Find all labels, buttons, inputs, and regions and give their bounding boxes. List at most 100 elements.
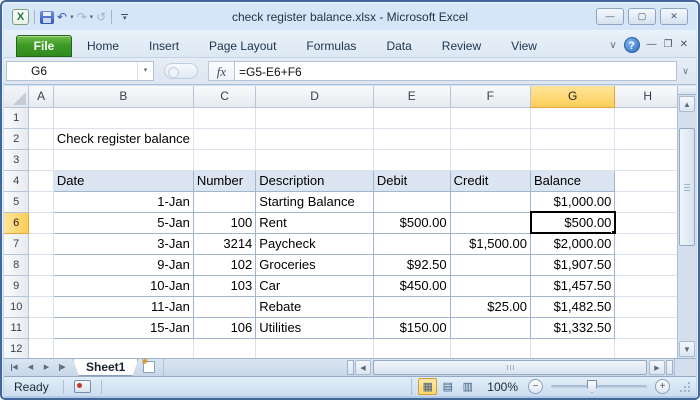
tab-review[interactable]: Review xyxy=(427,35,496,57)
page-break-view-icon[interactable]: ▥ xyxy=(458,378,477,395)
cell-D8[interactable]: Groceries xyxy=(255,254,374,276)
cell-G1[interactable] xyxy=(530,107,616,129)
cell-B3[interactable] xyxy=(53,149,194,171)
cell-B8[interactable]: 9-Jan xyxy=(52,254,194,276)
cell-B2[interactable]: Check register balance xyxy=(53,128,194,150)
cell-H12[interactable] xyxy=(614,338,681,358)
first-sheet-icon[interactable]: ◀ xyxy=(7,361,22,375)
expand-formula-bar-icon[interactable]: ∨ xyxy=(677,66,694,77)
cell-E11[interactable]: $150.00 xyxy=(373,317,451,339)
cell-C9[interactable]: 103 xyxy=(193,275,257,297)
cell-G3[interactable] xyxy=(530,149,616,171)
row-header-5[interactable]: 5 xyxy=(4,190,30,213)
cell-D9[interactable]: Car xyxy=(255,275,374,297)
tab-page-layout[interactable]: Page Layout xyxy=(194,35,291,57)
horizontal-scroll-track[interactable] xyxy=(372,360,648,375)
cell-D2[interactable] xyxy=(255,128,374,150)
cell-B11[interactable]: 15-Jan xyxy=(52,317,194,339)
cell-C8[interactable]: 102 xyxy=(193,254,257,276)
cell-G7[interactable]: $2,000.00 xyxy=(530,233,616,255)
cell-E10[interactable] xyxy=(373,296,451,318)
formula-input[interactable]: =G5-E6+F6 xyxy=(234,61,677,81)
previous-sheet-icon[interactable]: ◀ xyxy=(23,361,38,375)
row-header-12[interactable]: 12 xyxy=(4,337,30,358)
cell-C1[interactable] xyxy=(193,107,257,129)
tab-file[interactable]: File xyxy=(16,35,72,57)
cell-C4[interactable]: Number xyxy=(193,169,257,192)
cell-F7[interactable]: $1,500.00 xyxy=(450,233,532,255)
zoom-in-icon[interactable]: + xyxy=(655,379,670,394)
scroll-down-icon[interactable]: ▼ xyxy=(679,341,695,357)
cell-E9[interactable]: $450.00 xyxy=(373,275,451,297)
select-all-button[interactable] xyxy=(4,86,30,108)
cell-B5[interactable]: 1-Jan xyxy=(52,191,194,213)
row-header-1[interactable]: 1 xyxy=(4,106,30,129)
cell-C10[interactable] xyxy=(193,296,257,318)
column-header-C[interactable]: C xyxy=(192,86,257,108)
cell-C7[interactable]: 3214 xyxy=(193,233,257,255)
cell-A7[interactable] xyxy=(28,233,54,255)
row-header-6[interactable]: 6 xyxy=(4,211,30,234)
cell-E6[interactable]: $500.00 xyxy=(373,212,451,234)
row-header-10[interactable]: 10 xyxy=(4,295,30,318)
cell-A12[interactable] xyxy=(28,338,54,358)
row-header-11[interactable]: 11 xyxy=(4,316,30,339)
cell-E8[interactable]: $92.50 xyxy=(373,254,451,276)
column-header-G[interactable]: G xyxy=(530,86,616,108)
cell-C6[interactable]: 100 xyxy=(193,212,257,234)
sheet-tab-sheet1[interactable]: Sheet1 xyxy=(73,359,138,376)
cell-F5[interactable] xyxy=(450,191,532,213)
cell-G11[interactable]: $1,332.50 xyxy=(530,317,616,339)
cell-G4[interactable]: Balance xyxy=(530,169,616,192)
maximize-button[interactable]: ▢ xyxy=(628,8,656,25)
cell-D7[interactable]: Paycheck xyxy=(255,233,374,255)
tab-view[interactable]: View xyxy=(496,35,552,57)
tab-home[interactable]: Home xyxy=(72,35,134,57)
cell-G6[interactable]: $500.00 xyxy=(529,211,616,234)
cell-C11[interactable]: 106 xyxy=(193,317,257,339)
horizontal-scroll-thumb[interactable] xyxy=(373,360,647,375)
cell-E7[interactable] xyxy=(373,233,451,255)
cell-D1[interactable] xyxy=(255,107,374,129)
cell-F2[interactable] xyxy=(450,128,532,150)
column-header-B[interactable]: B xyxy=(52,86,194,108)
zoom-slider-thumb[interactable] xyxy=(587,380,597,393)
cell-G5[interactable]: $1,000.00 xyxy=(530,191,616,213)
vertical-scrollbar[interactable]: ▲ ▼ xyxy=(677,86,696,358)
resize-grip[interactable] xyxy=(680,381,690,392)
cell-E3[interactable] xyxy=(373,149,451,171)
cell-D12[interactable] xyxy=(255,338,374,358)
cell-A8[interactable] xyxy=(28,254,54,276)
cell-D11[interactable]: Utilities xyxy=(255,317,374,339)
help-icon[interactable]: ? xyxy=(623,37,640,53)
cell-E2[interactable] xyxy=(373,128,451,150)
minimize-ribbon-icon[interactable]: ∨ xyxy=(609,40,616,51)
cell-F11[interactable] xyxy=(450,317,532,339)
workbook-close-icon[interactable]: ✕ xyxy=(680,39,688,51)
cell-B12[interactable] xyxy=(53,338,194,358)
name-box-dropdown-icon[interactable]: ▾ xyxy=(137,62,153,80)
cell-A9[interactable] xyxy=(28,275,54,297)
cell-H3[interactable] xyxy=(614,149,681,171)
scroll-left-icon[interactable]: ◀ xyxy=(355,360,371,375)
cell-A5[interactable] xyxy=(28,191,54,213)
cell-H9[interactable] xyxy=(614,275,681,297)
cell-H10[interactable] xyxy=(614,296,681,318)
cell-H8[interactable] xyxy=(614,254,681,276)
cell-H2[interactable] xyxy=(614,128,681,150)
cell-A2[interactable] xyxy=(28,128,54,150)
zoom-slider[interactable] xyxy=(551,380,647,393)
name-box[interactable]: G6 ▾ xyxy=(6,61,154,81)
cell-F12[interactable] xyxy=(450,338,532,358)
cell-F6[interactable] xyxy=(450,212,532,234)
cell-H6[interactable] xyxy=(614,212,681,234)
cell-D10[interactable]: Rebate xyxy=(255,296,374,318)
tab-insert[interactable]: Insert xyxy=(134,35,194,57)
column-header-D[interactable]: D xyxy=(255,86,374,108)
cell-A4[interactable] xyxy=(28,170,54,192)
cell-B4[interactable]: Date xyxy=(52,169,194,192)
row-header-3[interactable]: 3 xyxy=(4,148,30,171)
cell-B10[interactable]: 11-Jan xyxy=(52,296,194,318)
cell-A10[interactable] xyxy=(28,296,54,318)
cell-C5[interactable] xyxy=(193,191,257,213)
